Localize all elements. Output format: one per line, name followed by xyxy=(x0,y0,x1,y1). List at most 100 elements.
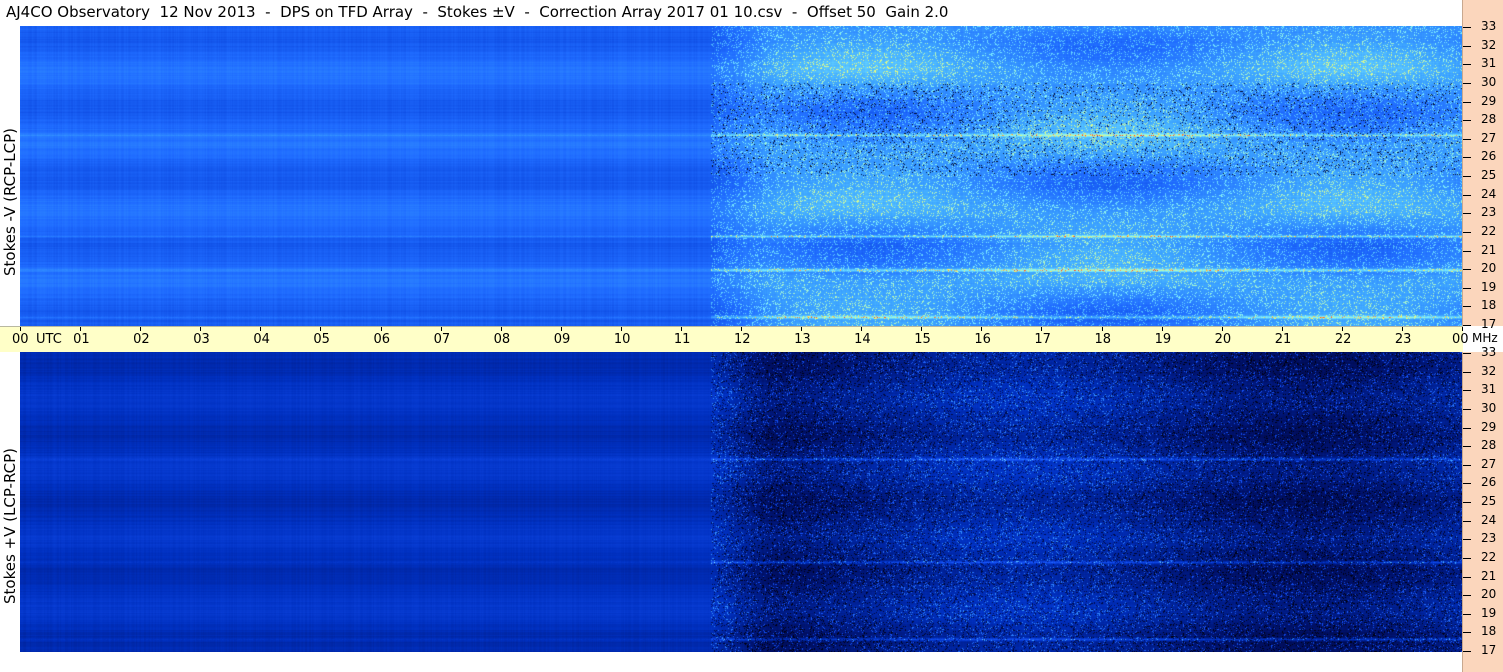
bottom-ylabel-strip: Stokes +V (LCP-RCP) xyxy=(0,352,20,652)
utc-tick-mark xyxy=(260,327,262,331)
mhz-tick-label: 25 xyxy=(1481,494,1497,508)
utc-tick-label: 18 xyxy=(1094,332,1112,347)
chart-title: AJ4CO Observatory 12 Nov 2013 - DPS on T… xyxy=(6,3,949,21)
utc-tick-label: 06 xyxy=(373,332,391,347)
utc-tick-mark xyxy=(1281,327,1283,331)
utc-tick-label: 11 xyxy=(673,332,691,347)
utc-tick-label: 20 xyxy=(1214,332,1232,347)
utc-tick-mark xyxy=(1341,327,1343,331)
utc-tick-label: 05 xyxy=(313,332,330,347)
mhz-tick-label: 23 xyxy=(1481,205,1497,220)
utc-tick-label: 08 xyxy=(493,332,511,347)
utc-tick-label: 02 xyxy=(133,332,150,347)
utc-tick-mark xyxy=(680,327,682,331)
utc-tick-mark xyxy=(1101,327,1103,331)
mhz-tick-label: 30 xyxy=(1481,74,1497,89)
mhz-tick-mark xyxy=(1463,325,1471,326)
top-panel-ylabel: Stokes -V (RCP-LCP) xyxy=(1,128,19,276)
mhz-tick-mark xyxy=(1463,613,1471,615)
utc-tick-label: 17 xyxy=(1034,332,1051,347)
mhz-tick-label: 30 xyxy=(1481,400,1497,415)
mhz-tick-mark xyxy=(1463,595,1471,597)
utc-tick-mark xyxy=(1462,327,1463,331)
mhz-tick-mark xyxy=(1463,64,1471,66)
mhz-tick-label: 28 xyxy=(1481,112,1497,127)
mhz-tick-label: 25 xyxy=(1481,168,1497,182)
mhz-tick-mark xyxy=(1463,371,1471,373)
mhz-tick-label: 22 xyxy=(1481,549,1497,564)
mhz-tick-label: 17 xyxy=(1481,643,1497,657)
mhz-tick-mark xyxy=(1463,408,1471,410)
utc-tick-mark xyxy=(1221,327,1223,331)
utc-tick-label: 01 xyxy=(73,332,90,347)
utc-tick-mark xyxy=(1401,327,1403,331)
utc-tick-label: 21 xyxy=(1274,332,1292,347)
mhz-tick-label: 19 xyxy=(1481,605,1497,620)
stokes-plus-v-spectrogram xyxy=(20,352,1462,652)
mhz-tick-mark xyxy=(1463,576,1471,578)
mhz-tick-mark xyxy=(1463,82,1471,84)
mhz-tick-label: 33 xyxy=(1481,345,1497,359)
mhz-tick-label: 21 xyxy=(1481,242,1497,257)
utc-tick-label: 15 xyxy=(914,332,931,347)
mhz-unit-label: MHz xyxy=(1472,331,1498,345)
mhz-tick-label: 26 xyxy=(1481,475,1497,490)
utc-tick-mark xyxy=(801,327,803,331)
utc-tick-label: 10 xyxy=(613,332,631,347)
stokes-minus-v-spectrogram xyxy=(20,26,1462,326)
mhz-tick-mark xyxy=(1463,651,1471,652)
mhz-tick-label: 28 xyxy=(1481,438,1497,453)
utc-tick-mark xyxy=(500,327,502,331)
mhz-tick-mark xyxy=(1463,213,1471,215)
mhz-tick-label: 19 xyxy=(1481,279,1497,294)
mhz-tick-mark xyxy=(1463,632,1471,634)
utc-tick-label: 16 xyxy=(974,332,991,347)
mhz-tick-mark xyxy=(1463,194,1471,196)
utc-tick-label: 19 xyxy=(1154,332,1172,347)
mhz-tick-mark xyxy=(1463,353,1471,354)
mhz-tick-label: 21 xyxy=(1481,568,1497,583)
mhz-tick-label: 18 xyxy=(1481,298,1497,313)
utc-tick-label: 14 xyxy=(854,332,871,347)
mhz-tick-label: 23 xyxy=(1481,531,1497,546)
top-ylabel-strip: Stokes -V (RCP-LCP) xyxy=(0,26,20,326)
mhz-tick-mark xyxy=(1463,306,1471,308)
utc-time-axis: 00 01 02 03 04 05 06 07 08 09 10 11 12 13 14 15 16 17 18 19… xyxy=(0,326,1469,354)
utc-tick-mark xyxy=(440,327,442,331)
mhz-tick-mark xyxy=(1463,390,1471,392)
utc-label: UTC xyxy=(36,332,62,347)
mhz-tick-mark xyxy=(1463,176,1471,177)
utc-tick-mark xyxy=(80,327,82,331)
title-bar: AJ4CO Observatory 12 Nov 2013 - DPS on T… xyxy=(0,0,1463,27)
utc-tick-mark xyxy=(200,327,202,331)
mhz-tick-mark xyxy=(1463,27,1471,28)
mhz-tick-label: 22 xyxy=(1481,223,1497,238)
mhz-tick-label: 33 xyxy=(1481,19,1497,33)
utc-tick-label: 00 xyxy=(1452,332,1469,347)
bottom-frequency-axis: 17 18 19 20 21 22 23 24 25 26 27 28 29 30 31 32 33 xyxy=(1462,345,1503,672)
mhz-tick-label: 27 xyxy=(1481,130,1497,145)
utc-tick-mark xyxy=(140,327,142,331)
mhz-tick-mark xyxy=(1463,287,1471,289)
utc-tick-label: 09 xyxy=(553,332,571,347)
mhz-tick-label: 29 xyxy=(1481,93,1497,108)
mhz-tick-mark xyxy=(1463,45,1471,47)
utc-tick-mark xyxy=(380,327,382,331)
utc-tick-mark xyxy=(981,327,983,331)
utc-tick-label: 22 xyxy=(1334,332,1352,347)
mhz-tick-label: 32 xyxy=(1481,37,1497,52)
mhz-tick-mark xyxy=(1463,520,1471,522)
mhz-tick-label: 29 xyxy=(1481,419,1497,434)
mhz-tick-mark xyxy=(1463,427,1471,429)
mhz-tick-mark xyxy=(1463,557,1471,559)
mhz-tick-label: 27 xyxy=(1481,456,1497,471)
mhz-tick-mark xyxy=(1463,101,1471,103)
bottom-margin xyxy=(0,652,1463,672)
mhz-tick-label: 32 xyxy=(1481,363,1497,378)
mhz-tick-mark xyxy=(1463,157,1471,159)
utc-tick-mark xyxy=(1041,327,1043,331)
bottom-panel-ylabel: Stokes +V (LCP-RCP) xyxy=(1,448,19,604)
mhz-tick-label: 18 xyxy=(1481,624,1497,639)
mhz-tick-mark xyxy=(1463,446,1471,448)
top-frequency-axis: 17 18 19 20 21 22 23 24 25 26 27 28 29 30 31 32 33 xyxy=(1462,0,1503,331)
